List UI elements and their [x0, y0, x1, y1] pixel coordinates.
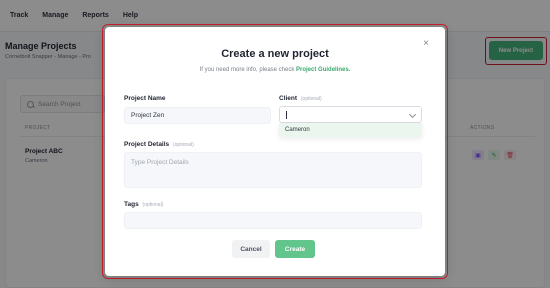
chevron-down-icon — [408, 110, 417, 119]
project-name-input[interactable]: Project Zen — [124, 107, 271, 124]
create-button[interactable]: Create — [275, 240, 315, 258]
project-details-optional-text: (optional) — [172, 142, 194, 148]
project-details-label-text: Project Details — [124, 141, 170, 148]
project-guidelines-link[interactable]: Project Guidelines. — [296, 67, 350, 73]
client-option-label: Cameron — [285, 127, 310, 133]
project-details-placeholder: Type Project Details — [131, 159, 189, 166]
tags-input[interactable] — [124, 212, 422, 229]
client-label-text: Client — [279, 95, 298, 102]
modal-title: Create a new project — [221, 48, 329, 60]
project-details-label: Project Details (optional) — [124, 141, 194, 148]
project-name-value: Project Zen — [131, 112, 165, 119]
modal-subtitle-text: If you need more info, please check — [199, 67, 297, 73]
client-optional-text: (optional) — [300, 96, 322, 102]
modal-subtitle: If you need more info, please check Proj… — [105, 67, 445, 73]
client-option-cameron[interactable]: Cameron — [279, 123, 422, 137]
client-select[interactable] — [279, 106, 422, 123]
project-name-label-text: Project Name — [124, 95, 166, 102]
page-root: Track Manage Reports Help Manage Project… — [0, 0, 550, 288]
tags-label-text: Tags — [124, 201, 139, 208]
project-name-label: Project Name — [124, 95, 166, 102]
text-caret — [286, 110, 287, 119]
tags-label: Tags (optional) — [124, 201, 163, 208]
cancel-button[interactable]: Cancel — [232, 240, 270, 258]
client-label: Client (optional) — [279, 95, 322, 102]
project-details-textarea[interactable]: Type Project Details — [124, 152, 422, 188]
create-project-modal: × Create a new project If you need more … — [105, 27, 445, 276]
tags-optional-text: (optional) — [142, 202, 164, 208]
